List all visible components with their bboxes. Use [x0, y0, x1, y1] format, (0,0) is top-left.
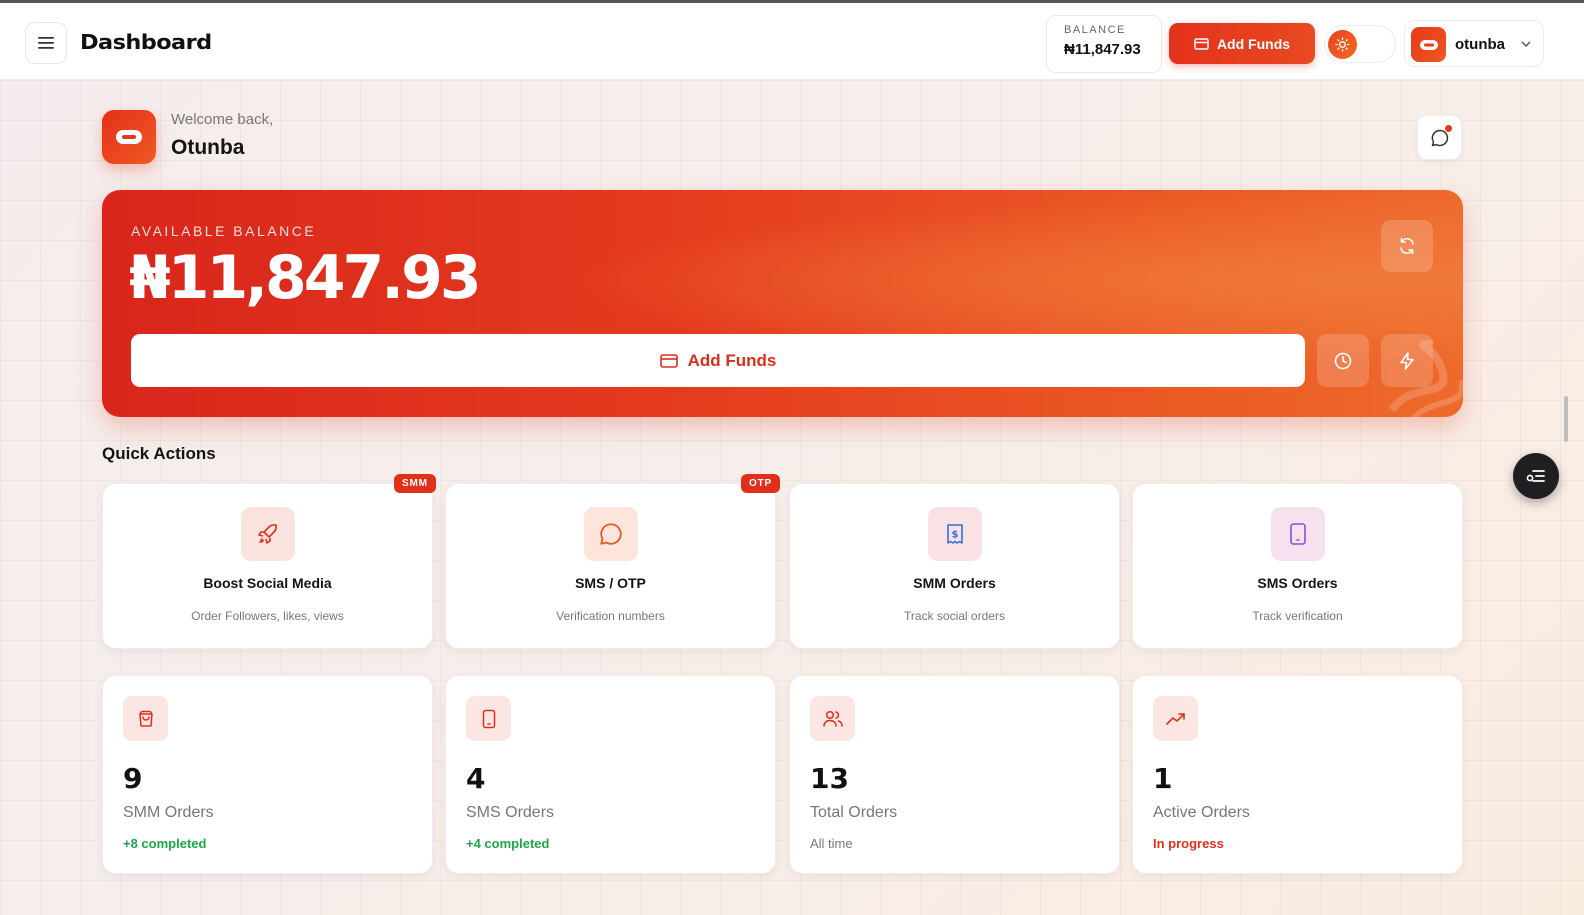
rocket-icon — [258, 524, 277, 544]
receipt-icon: $ — [947, 524, 963, 544]
header-balance-value: ₦11,847.93 — [1064, 41, 1141, 58]
quick-action-smm-orders[interactable]: $ SMM Orders Track social orders — [789, 483, 1120, 649]
header-add-funds-label: Add Funds — [1216, 35, 1291, 52]
stat-card-smm-orders[interactable]: 9 SMM Orders +8 completed — [102, 675, 433, 874]
quick-action-subtitle: Track verification — [1252, 609, 1343, 623]
stat-icon-tile — [123, 696, 168, 741]
stat-label: SMM Orders — [123, 804, 214, 821]
quick-action-title: Boost Social Media — [203, 575, 332, 591]
theme-toggle[interactable] — [1324, 25, 1396, 63]
shopping-bag-icon — [138, 710, 153, 727]
stat-value: 13 — [810, 762, 849, 795]
stat-card-sms-orders[interactable]: 4 SMS Orders +4 completed — [445, 675, 776, 874]
trending-up-icon — [1165, 712, 1185, 725]
add-funds-label: Add Funds — [687, 350, 777, 370]
stat-label: Total Orders — [810, 804, 898, 821]
stat-note: In progress — [1153, 836, 1224, 851]
otp-badge: OTP — [741, 474, 780, 493]
quick-action-sms-otp[interactable]: SMS / OTP Verification numbers — [445, 483, 776, 649]
stat-value: 9 — [123, 762, 143, 795]
decorative-swirl — [1388, 340, 1463, 417]
quick-action-icon-tile — [241, 507, 295, 561]
stat-icon-tile — [810, 696, 855, 741]
logo-icon — [1419, 39, 1438, 50]
page-title: Dashboard — [80, 30, 212, 54]
quick-action-title: SMS Orders — [1257, 575, 1338, 591]
smm-badge: SMM — [394, 474, 436, 493]
header-add-funds-button[interactable]: Add Funds — [1169, 23, 1315, 64]
support-list-icon — [1526, 470, 1545, 482]
header-balance-label: BALANCE — [1064, 24, 1126, 36]
header-balance: BALANCE ₦11,847.93 — [1046, 15, 1162, 73]
chat-bubble-icon — [600, 523, 622, 545]
clock-icon — [1334, 352, 1352, 369]
stat-card-active-orders[interactable]: 1 Active Orders In progress — [1132, 675, 1463, 874]
add-funds-button[interactable]: Add Funds — [131, 334, 1305, 387]
refresh-balance-button[interactable] — [1381, 220, 1433, 272]
credit-card-icon — [1194, 37, 1209, 50]
brand-logo — [102, 110, 156, 164]
stat-label: Active Orders — [1153, 804, 1250, 821]
avatar — [1411, 27, 1446, 62]
quick-action-subtitle: Track social orders — [904, 609, 1005, 623]
quick-action-boost-social-media[interactable]: Boost Social Media Order Followers, like… — [102, 483, 433, 649]
refresh-icon — [1400, 237, 1414, 255]
hamburger-icon — [38, 37, 54, 49]
quick-action-title: SMS / OTP — [575, 575, 646, 591]
stat-note: +4 completed — [466, 836, 550, 851]
scrollbar-track[interactable] — [1564, 81, 1568, 915]
username: otunba — [1455, 36, 1505, 53]
stat-note: +8 completed — [123, 836, 207, 851]
user-menu[interactable]: otunba — [1404, 20, 1544, 67]
welcome-subtitle: Welcome back, — [171, 111, 274, 128]
scrollbar-thumb[interactable] — [1564, 396, 1568, 442]
stat-icon-tile — [1153, 696, 1198, 741]
quick-actions-title: Quick Actions — [102, 444, 216, 463]
menu-button[interactable] — [25, 22, 67, 64]
logo-icon — [116, 130, 142, 144]
stat-value: 1 — [1153, 762, 1173, 795]
chevron-down-icon — [1521, 41, 1531, 48]
welcome-name: Otunba — [171, 136, 245, 159]
stat-value: 4 — [466, 762, 486, 795]
credit-card-icon — [659, 353, 678, 368]
notification-dot — [1445, 125, 1452, 132]
users-icon — [822, 710, 843, 727]
svg-text:$: $ — [952, 530, 959, 541]
quick-action-icon-tile: $ — [928, 507, 982, 561]
top-header: Dashboard BALANCE ₦11,847.93 Add Funds o… — [0, 0, 1584, 80]
stat-icon-tile — [466, 696, 511, 741]
quick-action-title: SMM Orders — [913, 575, 996, 591]
tablet-icon — [1290, 523, 1306, 545]
quick-action-subtitle: Order Followers, likes, views — [191, 609, 344, 623]
quick-action-icon-tile — [584, 507, 638, 561]
sun-icon — [1335, 37, 1350, 52]
quick-action-icon-tile — [1271, 507, 1325, 561]
balance-card: AVAILABLE BALANCE ₦11,847.93 Add Funds — [102, 190, 1463, 417]
messages-button[interactable] — [1417, 115, 1462, 160]
stat-label: SMS Orders — [466, 804, 555, 821]
stat-note: All time — [810, 836, 853, 851]
floating-support-button[interactable] — [1513, 453, 1559, 499]
transaction-history-button[interactable] — [1317, 334, 1369, 387]
quick-action-sms-orders[interactable]: SMS Orders Track verification — [1132, 483, 1463, 649]
quick-action-subtitle: Verification numbers — [556, 609, 665, 623]
tablet-icon — [482, 709, 495, 728]
available-balance-amount: ₦11,847.93 — [129, 243, 482, 313]
theme-toggle-knob — [1328, 30, 1357, 59]
available-balance-label: AVAILABLE BALANCE — [131, 223, 317, 239]
stat-card-total-orders[interactable]: 13 Total Orders All time — [789, 675, 1120, 874]
